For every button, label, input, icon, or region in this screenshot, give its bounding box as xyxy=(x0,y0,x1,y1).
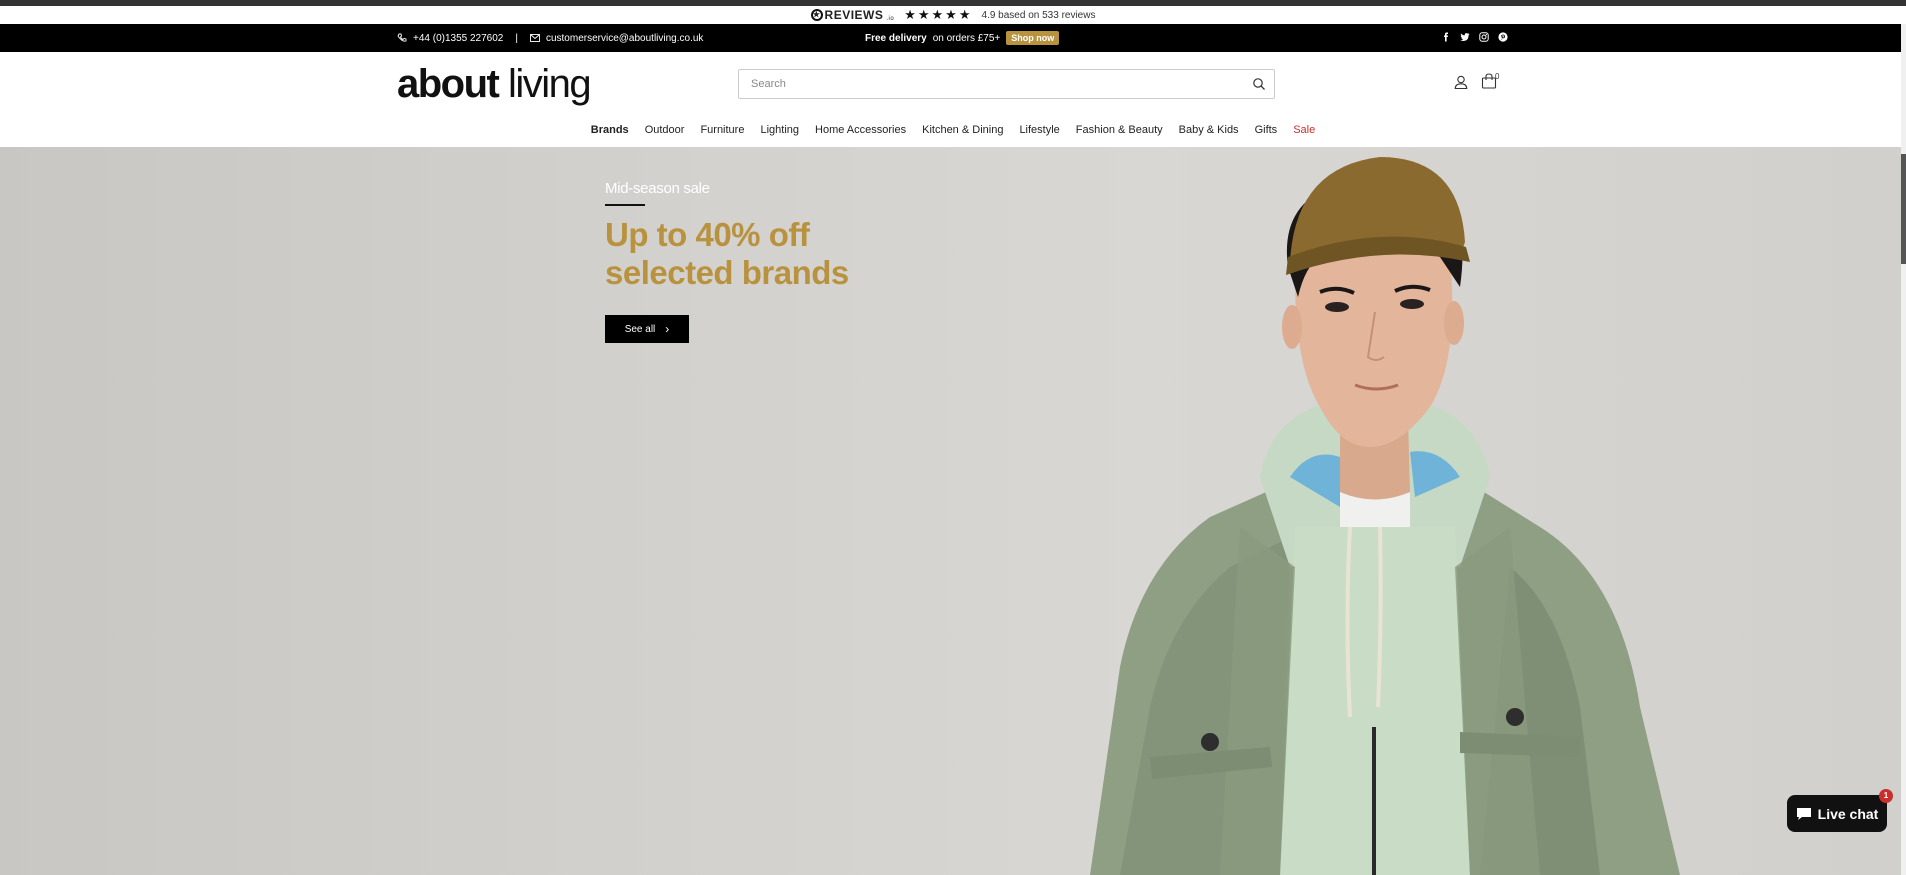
nav-item-fashion-beauty[interactable]: Fashion & Beauty xyxy=(1068,124,1171,136)
nav-item-sale[interactable]: Sale xyxy=(1285,124,1323,136)
brand-logo-light xyxy=(498,62,508,106)
chevron-right-icon: › xyxy=(665,322,670,336)
hero-headline-line-2: selected brands xyxy=(605,254,849,291)
search-input[interactable] xyxy=(739,70,1274,98)
hero-model-image xyxy=(1090,157,1680,875)
nav-item-lifestyle[interactable]: Lifestyle xyxy=(1011,124,1067,136)
shop-now-button[interactable]: Shop now xyxy=(1006,31,1060,45)
mail-icon xyxy=(530,34,540,42)
search-icon[interactable] xyxy=(1252,77,1266,91)
brand-logo-light-text: living xyxy=(508,62,592,106)
nav-item-baby-kids[interactable]: Baby & Kids xyxy=(1171,124,1247,136)
twitter-icon[interactable] xyxy=(1460,32,1470,45)
scrollbar-thumb[interactable] xyxy=(1901,154,1906,264)
see-all-label: See all xyxy=(624,323,656,335)
rating-summary: 4.9 based on 533 reviews xyxy=(981,9,1096,21)
reviews-logo-suffix: .io xyxy=(886,16,895,22)
brand-logo[interactable]: about living xyxy=(397,62,592,106)
instagram-icon[interactable] xyxy=(1479,31,1489,45)
hero-eyebrow-underline xyxy=(605,204,645,206)
promo-text: on orders £75+ xyxy=(932,32,1001,44)
hero-headline-line-1: Up to 40% off xyxy=(605,216,810,253)
nav-item-lighting[interactable]: Lighting xyxy=(752,124,807,136)
reviews-star-badge-icon: ★ xyxy=(810,9,823,21)
phone-icon xyxy=(397,33,407,42)
live-chat-label: Live chat xyxy=(1817,805,1879,822)
brand-logo-bold: about xyxy=(397,62,500,106)
live-chat-button[interactable]: Live chat 1 xyxy=(1787,789,1893,832)
main-nav: Brands Outdoor Furniture Lighting Home A… xyxy=(0,112,1906,147)
chat-notification-badge: 1 xyxy=(1879,789,1893,803)
hero-headline: Up to 40% off selected brands xyxy=(605,216,1005,292)
reviews-logo: ★ REVIEWS .io xyxy=(810,8,895,22)
rating-stars: ★★★★★ xyxy=(904,7,973,22)
promo-bold-text: Free delivery xyxy=(865,32,927,44)
page-scrollbar[interactable] xyxy=(1901,24,1906,875)
nav-item-brands[interactable]: Brands xyxy=(583,124,637,136)
reviews-logo-text: REVIEWS xyxy=(824,8,884,22)
social-links xyxy=(1441,24,1508,52)
cart-count: 0 xyxy=(1495,72,1500,81)
reviews-bar[interactable]: ★ REVIEWS .io ★★★★★ 4.9 based on 533 rev… xyxy=(0,6,1906,24)
nav-item-outdoor[interactable]: Outdoor xyxy=(637,124,693,136)
nav-item-gifts[interactable]: Gifts xyxy=(1247,124,1286,136)
nav-item-home-accessories[interactable]: Home Accessories xyxy=(807,124,914,136)
facebook-icon[interactable] xyxy=(1441,32,1451,45)
account-icon[interactable] xyxy=(1453,74,1469,90)
email-link[interactable]: customerservice@aboutliving.co.uk xyxy=(546,33,703,44)
nav-item-kitchen-dining[interactable]: Kitchen & Dining xyxy=(914,124,1011,136)
chat-bubble-icon xyxy=(1796,807,1811,820)
search-box[interactable] xyxy=(738,69,1275,99)
hero-banner[interactable]: Mid-season sale Up to 40% off selected b… xyxy=(0,147,1901,875)
phone-number[interactable]: +44 (0)1355 227602 xyxy=(413,33,503,44)
contact-info: +44 (0)1355 227602 | customerservice@abo… xyxy=(397,24,703,52)
hero-eyebrow: Mid-season sale xyxy=(605,180,710,197)
contact-separator: | xyxy=(515,32,518,44)
pinterest-icon[interactable] xyxy=(1498,31,1508,45)
announcement-bar: +44 (0)1355 227602 | customerservice@abo… xyxy=(0,24,1906,52)
site-header: about living 0 xyxy=(0,52,1906,112)
delivery-promo: Free delivery on orders £75+ Shop now xyxy=(865,24,1060,52)
see-all-button[interactable]: See all › xyxy=(605,315,689,343)
nav-item-furniture[interactable]: Furniture xyxy=(692,124,752,136)
